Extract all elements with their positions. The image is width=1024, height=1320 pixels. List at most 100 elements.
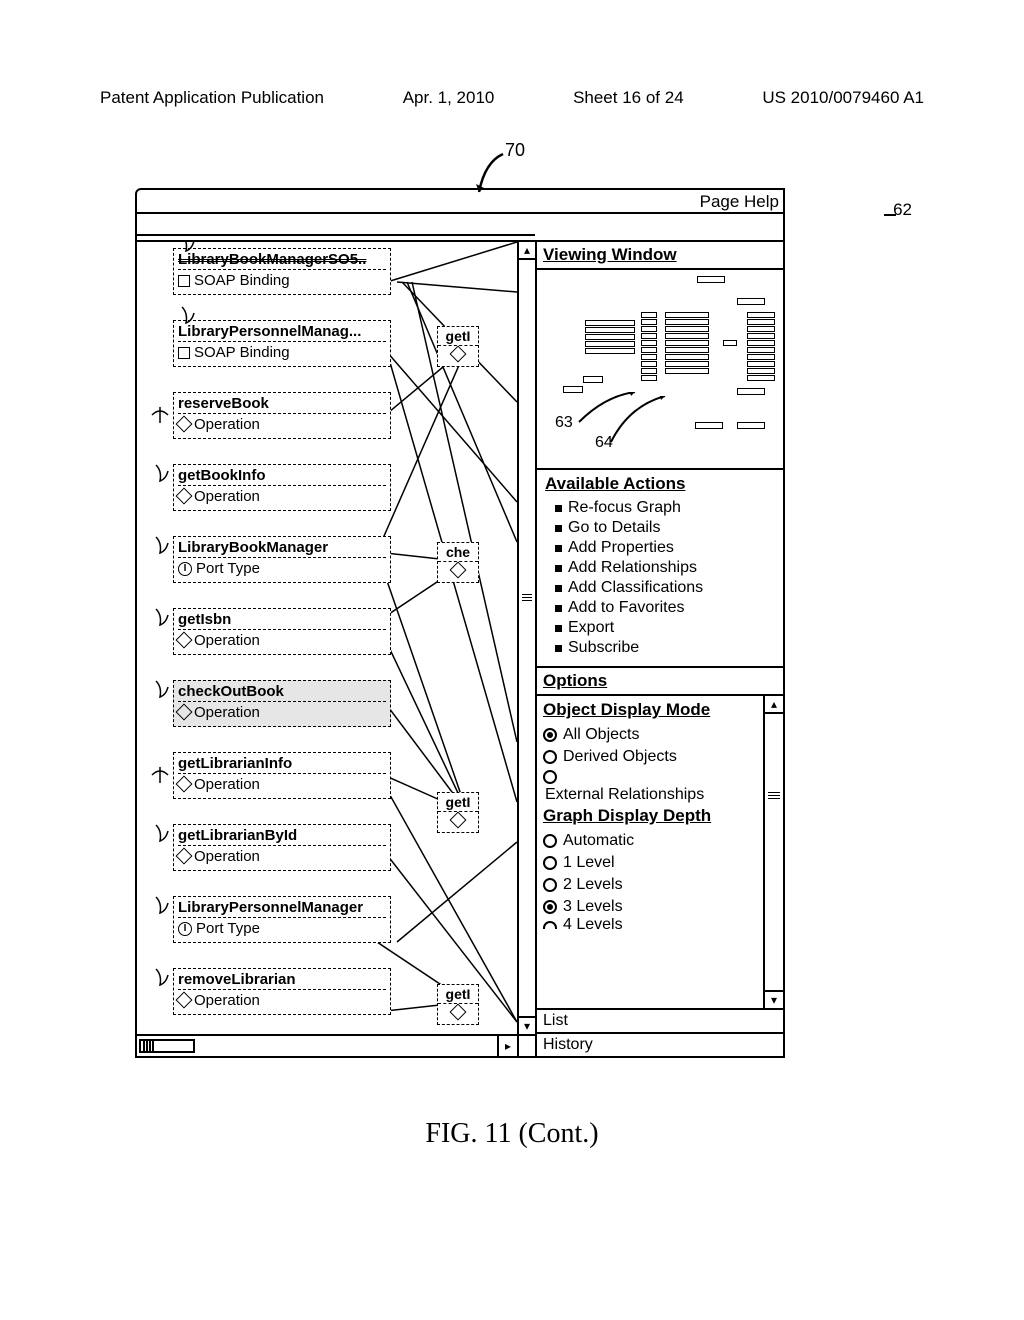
cursor-icon [178,303,196,329]
scrollbar-thumb[interactable] [522,594,532,608]
cursor-icon [152,533,174,559]
scroll-up-arrow[interactable]: ▴ [519,242,535,260]
radio-derived-objects[interactable]: Derived Objects [543,746,757,768]
scroll-right-arrow[interactable]: ▸ [497,1036,517,1056]
graph-horizontal-scrollbar[interactable]: ▸ [137,1034,517,1056]
node-title: reserveBook [178,395,386,414]
pub-date: Apr. 1, 2010 [403,88,495,108]
diamond-icon [438,346,478,366]
action-item[interactable]: Add Relationships [555,558,775,578]
overview-block [641,319,657,325]
overview-block [737,298,765,305]
action-item[interactable]: Add to Favorites [555,598,775,618]
node-small-get-4[interactable]: getI [437,984,479,1025]
cursor-icon [150,403,172,429]
overview-block [747,361,775,367]
options-vertical-scrollbar[interactable]: ▴ ▾ [763,696,783,1008]
titlebar: Page Help [137,190,783,214]
page-help-link[interactable]: Page Help [700,192,779,212]
graph-vertical-scrollbar[interactable]: ▴ ▾ [517,242,535,1034]
action-item[interactable]: Re-focus Graph [555,498,775,518]
scroll-down-arrow[interactable]: ▾ [765,990,783,1008]
node-get-librarian-info[interactable]: getLibrarianInfo Operation [173,752,391,799]
node-get-librarian-by-id[interactable]: getLibrarianById Operation [173,824,391,871]
radio-icon [543,770,557,784]
callout-62-leader [884,214,896,216]
action-item[interactable]: Add Classifications [555,578,775,598]
scrollbar-thumb[interactable] [768,792,780,806]
scroll-up-arrow[interactable]: ▴ [765,696,783,714]
node-check-out-book-selected[interactable]: checkOutBook Operation [173,680,391,727]
node-subtitle: Operation [178,416,386,433]
overview-block [641,312,657,318]
chevron-down-icon: ▾ [524,1020,530,1032]
node-get-book-info[interactable]: getBookInfo Operation [173,464,391,511]
action-item[interactable]: Go to Details [555,518,775,538]
chevron-up-icon: ▴ [524,244,530,256]
node-library-personnel-manag-soap[interactable]: LibraryPersonnelManag... SOAP Binding [173,320,391,367]
node-small-che[interactable]: che [437,542,479,583]
node-small-get-1[interactable]: getI [437,326,479,367]
bullet-icon [555,565,562,572]
options-content: Object Display Mode All Objects Derived … [537,696,763,1008]
viewing-window[interactable]: 63 64 [537,270,783,470]
node-library-book-manager-port[interactable]: LibraryBookManager IPort Type [173,536,391,583]
bottom-tabs: List History [537,1008,783,1056]
radio-2-levels[interactable]: 2 Levels [543,874,757,896]
cursor-icon [152,821,174,847]
node-small-title: getI [438,793,478,812]
tab-list[interactable]: List [537,1008,783,1032]
side-panel: Viewing Window [537,242,783,1056]
square-icon [178,347,190,359]
overview-block [747,368,775,374]
action-item[interactable]: Export [555,618,775,638]
diamond-icon [176,991,193,1008]
node-library-book-manager-soap[interactable]: LibraryBookManagerSO5.. SOAP Binding [173,248,391,295]
overview-block [737,422,765,429]
overview-block [585,320,635,326]
scroll-down-arrow[interactable]: ▾ [519,1016,535,1034]
overview-block [723,340,737,346]
overview-block [665,326,709,332]
node-subtitle: SOAP Binding [178,272,386,289]
radio-automatic[interactable]: Automatic [543,830,757,852]
square-icon [178,275,190,287]
node-reserve-book[interactable]: reserveBook Operation [173,392,391,439]
toolbar-divider [137,234,535,236]
info-icon: I [178,922,192,936]
overview-block [665,368,709,374]
node-subtitle: Operation [178,848,386,865]
radio-icon [543,856,557,870]
diamond-icon [438,1004,478,1024]
action-item[interactable]: Add Properties [555,538,775,558]
radio-icon [543,728,557,742]
radio-3-levels[interactable]: 3 Levels [543,896,757,918]
cursor-icon [178,242,196,257]
graph-canvas[interactable]: getI che getI getI LibraryBookMana [137,242,535,1056]
overview-block [665,319,709,325]
available-actions-title: Available Actions [545,474,775,494]
radio-all-objects[interactable]: All Objects [543,724,757,746]
diamond-icon [176,847,193,864]
graph-pane[interactable]: getI che getI getI LibraryBookMana [137,242,537,1056]
diamond-icon [176,631,193,648]
radio-4-levels[interactable]: 4 Levels [543,918,757,932]
radio-1-level[interactable]: 1 Level [543,852,757,874]
node-title: getLibrarianById [178,827,386,846]
node-subtitle: IPort Type [178,560,386,577]
action-item[interactable]: Subscribe [555,638,775,658]
toolbar [137,214,783,242]
radio-empty[interactable] [543,768,757,786]
tab-history[interactable]: History [537,1032,783,1056]
node-get-isbn[interactable]: getIsbn Operation [173,608,391,655]
viewing-window-title: Viewing Window [537,242,783,270]
node-title: LibraryBookManagerSO5.. [178,251,386,270]
node-small-get-3[interactable]: getI [437,792,479,833]
overview-block [747,333,775,339]
node-remove-librarian[interactable]: removeLibrarian Operation [173,968,391,1015]
overview-block [665,312,709,318]
diamond-icon [176,775,193,792]
node-library-personnel-manager-port[interactable]: LibraryPersonnelManager IPort Type [173,896,391,943]
scrollbar-thumb[interactable] [139,1039,195,1053]
cursor-icon [152,677,174,703]
